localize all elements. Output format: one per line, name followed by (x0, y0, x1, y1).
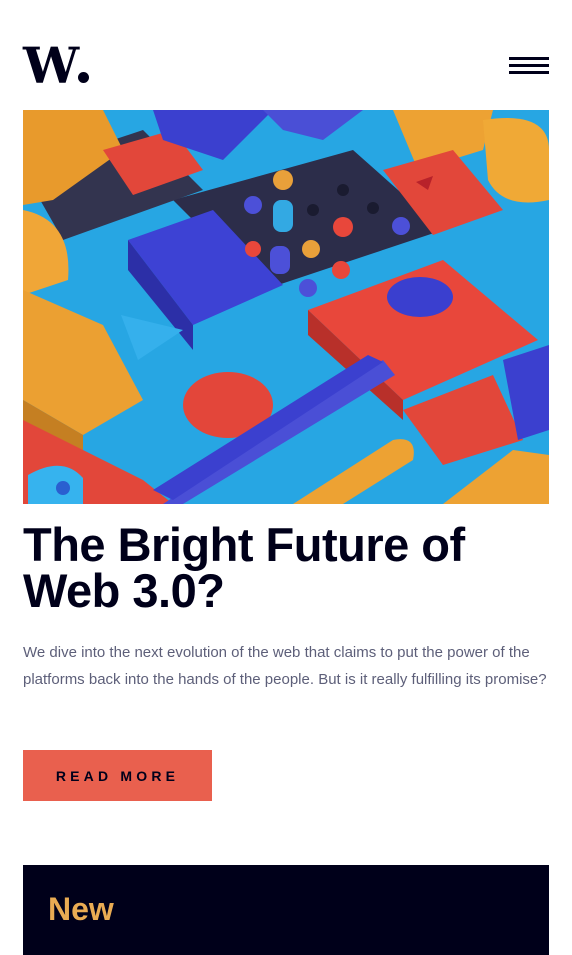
new-section-title: New (48, 891, 114, 927)
logo-dot (78, 72, 90, 83)
menu-bar (509, 71, 549, 74)
logo-text: W (23, 36, 79, 95)
logo[interactable]: W (23, 41, 90, 91)
abstract-blocks-illustration (23, 110, 549, 504)
article-title: The Bright Future of Web 3.0? (23, 518, 465, 617)
menu-bar (509, 57, 549, 60)
hamburger-menu-icon[interactable] (509, 57, 549, 75)
site-header: W (23, 41, 549, 91)
menu-bar (509, 64, 549, 67)
read-more-button[interactable]: READ MORE (23, 750, 212, 801)
article-excerpt: We dive into the next evolution of the w… (23, 644, 547, 688)
new-section: New (23, 865, 549, 955)
hero-image (23, 110, 549, 504)
page: W The Bright Future of Web 3.0? We dive … (0, 0, 572, 955)
